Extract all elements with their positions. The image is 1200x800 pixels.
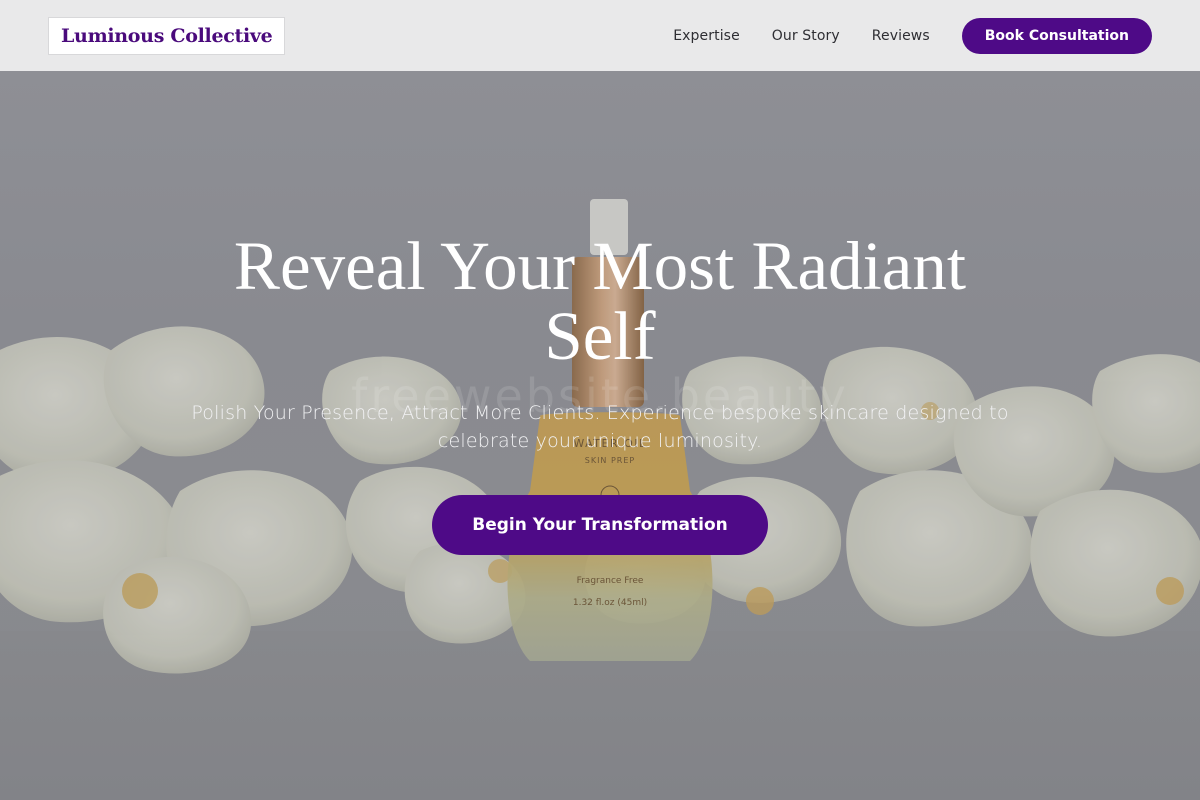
begin-transformation-button[interactable]: Begin Your Transformation — [432, 495, 768, 555]
nav-link-our-story[interactable]: Our Story — [772, 28, 840, 44]
hero-title: Reveal Your Most Radiant Self — [233, 228, 967, 374]
hero-subtitle: Polish Your Presence, Attract More Clien… — [191, 402, 1009, 452]
hero-section: WATER OIL SKIN PREP Fragrance Free 1.32 … — [0, 71, 1200, 800]
book-consultation-button[interactable]: Book Consultation — [961, 17, 1152, 54]
site-header: Luminous Collective Expertise Our Story … — [0, 0, 1200, 71]
nav-link-expertise[interactable]: Expertise — [673, 28, 740, 44]
hero-content: Reveal Your Most Radiant Self Polish You… — [0, 231, 1200, 555]
nav-link-reviews[interactable]: Reviews — [872, 28, 930, 44]
brand-logo[interactable]: Luminous Collective — [48, 16, 286, 55]
main-nav: Expertise Our Story Reviews Book Consult… — [641, 17, 1152, 54]
